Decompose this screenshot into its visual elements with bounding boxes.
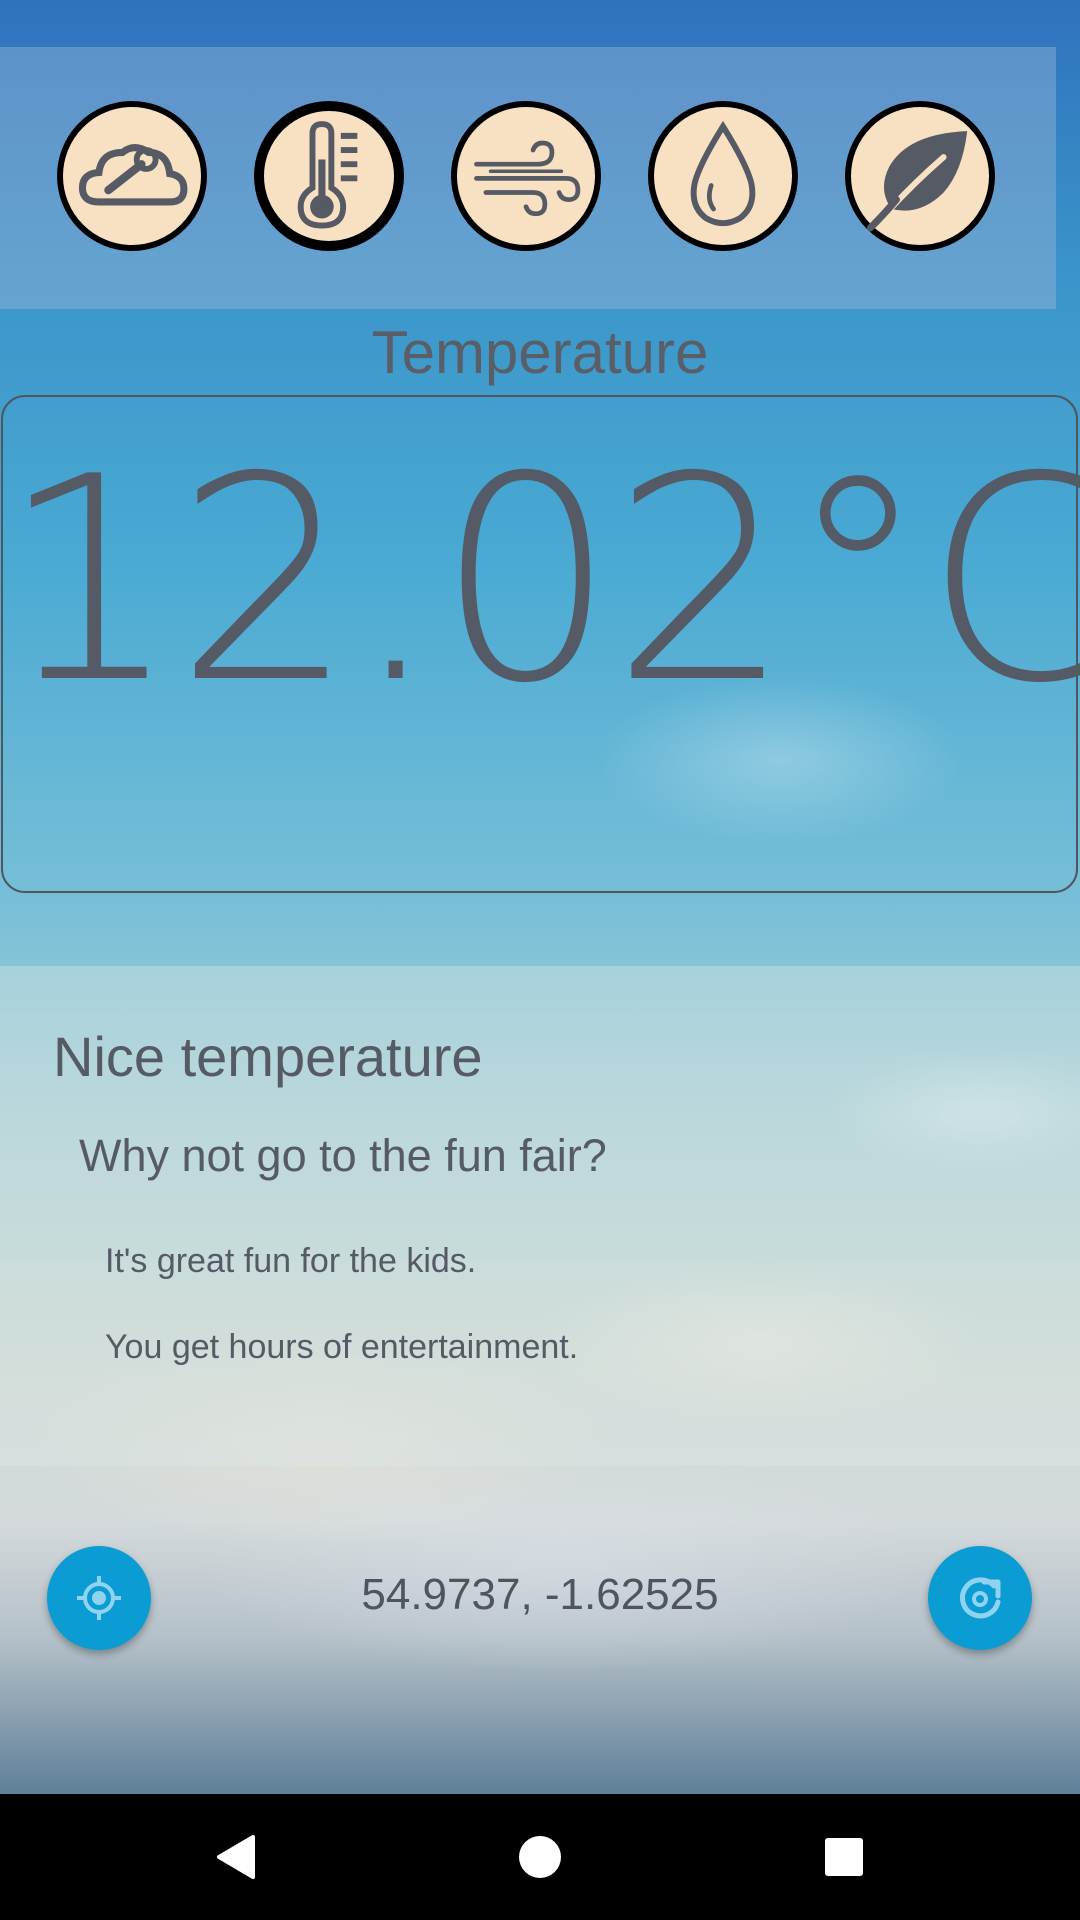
recents-button[interactable] <box>784 1794 904 1920</box>
cloud-wrench-icon <box>78 144 188 206</box>
advice-heading: Nice temperature <box>53 1025 483 1088</box>
wind-button[interactable] <box>451 101 601 251</box>
location-coordinates: 54.9737, -1.62525 <box>361 1570 719 1619</box>
metric-title: Temperature <box>371 319 709 386</box>
temperature-button[interactable] <box>254 101 404 251</box>
recents-square-icon <box>825 1838 863 1876</box>
humidity-button[interactable] <box>648 101 798 251</box>
back-button[interactable] <box>175 1794 295 1920</box>
wind-icon <box>474 140 581 217</box>
advice-reason: It's great fun for the kids. <box>105 1242 477 1280</box>
water-drop-icon <box>690 120 756 227</box>
back-triangle-icon <box>217 1835 255 1879</box>
air-quality-button[interactable] <box>845 101 995 251</box>
refresh-button[interactable] <box>928 1546 1032 1650</box>
refresh-icon <box>960 1577 1001 1619</box>
advice-suggestion: Why not go to the fun fair? <box>79 1130 607 1181</box>
metric-selector-bar <box>0 47 1056 309</box>
thermometer-icon <box>297 121 358 229</box>
home-button[interactable] <box>480 1794 600 1920</box>
metric-value: 12.02°C <box>0 416 1080 745</box>
system-navigation-bar <box>0 1794 1080 1920</box>
advice-reason: You get hours of entertainment. <box>105 1328 579 1366</box>
home-circle-icon <box>519 1836 561 1878</box>
weather-settings-button[interactable] <box>57 101 207 251</box>
leaf-icon <box>866 131 968 232</box>
